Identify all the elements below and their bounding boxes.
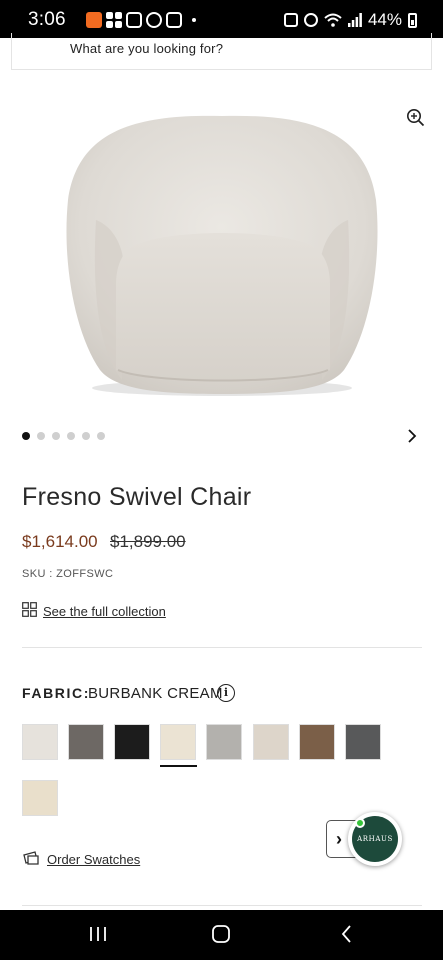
fabric-swatch[interactable]: [345, 724, 381, 760]
system-nav-bar: [0, 910, 443, 960]
carousel-dots: [22, 432, 105, 440]
fabric-label: FABRIC:: [22, 685, 90, 701]
status-time: 3:06: [28, 9, 66, 30]
fabric-swatch[interactable]: [253, 724, 289, 760]
carousel-dot[interactable]: [97, 432, 105, 440]
product-title: Fresno Swivel Chair: [22, 483, 252, 511]
divider: [22, 647, 422, 648]
chevron-right-icon[interactable]: [405, 428, 419, 444]
carousel-dot[interactable]: [67, 432, 75, 440]
fabric-swatch[interactable]: [22, 724, 58, 760]
fabric-swatch[interactable]: [299, 724, 335, 760]
order-swatches-link[interactable]: Order Swatches: [47, 852, 140, 867]
news-icon: [126, 12, 142, 28]
home-icon[interactable]: [211, 924, 231, 944]
online-status-icon: [355, 818, 365, 828]
back-icon[interactable]: [337, 924, 357, 944]
battery-icon: [408, 12, 417, 28]
system-icons: 44%: [283, 10, 417, 30]
swatch-card-icon[interactable]: [22, 850, 42, 866]
sale-price: $1,614.00: [22, 532, 98, 551]
fabric-swatch[interactable]: [22, 780, 58, 816]
carousel-dot[interactable]: [52, 432, 60, 440]
temu-icon: [86, 12, 102, 28]
carousel-dot[interactable]: [37, 432, 45, 440]
carousel-dot[interactable]: [82, 432, 90, 440]
zoom-in-icon[interactable]: [406, 108, 425, 127]
fabric-swatch[interactable]: [206, 724, 242, 760]
chevron-right-icon: ›: [336, 829, 342, 849]
shield-app-icon: [146, 12, 162, 28]
info-icon[interactable]: i: [217, 684, 235, 702]
wifi-icon: [324, 13, 342, 27]
battery-percent: 44%: [367, 10, 402, 29]
grid-app-icon: [106, 12, 122, 28]
divider: [22, 905, 422, 906]
signal-icon: [347, 13, 362, 27]
fabric-swatch[interactable]: [114, 724, 150, 760]
fabric-swatch[interactable]: [68, 724, 104, 760]
selected-swatch-indicator: [160, 765, 197, 767]
product-image[interactable]: [0, 70, 443, 420]
product-sku: SKU : ZOFFSWC: [22, 568, 114, 580]
notification-icons: [86, 12, 196, 28]
mail-icon: [166, 12, 182, 28]
carousel-dot[interactable]: [22, 432, 30, 440]
nfc-icon: [283, 13, 298, 27]
see-full-collection-link[interactable]: See the full collection: [43, 604, 166, 619]
search-placeholder[interactable]: What are you looking for?: [70, 41, 223, 56]
fabric-swatch-selected[interactable]: [160, 724, 196, 760]
alarm-icon: [303, 13, 318, 27]
recent-apps-icon[interactable]: [88, 924, 108, 944]
more-notifications-icon: [192, 18, 196, 22]
grid-icon[interactable]: [22, 602, 37, 617]
fabric-selected: BURBANK CREAM: [88, 685, 223, 702]
search-bar[interactable]: What are you looking for?: [11, 33, 432, 70]
original-price: $1,899.00: [110, 532, 186, 551]
product-image-carousel[interactable]: [0, 70, 443, 420]
